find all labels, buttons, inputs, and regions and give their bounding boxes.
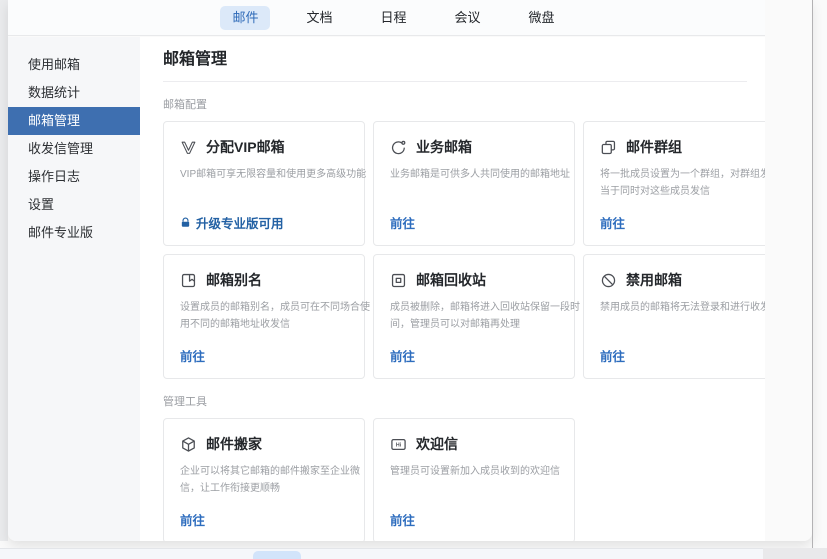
sidebar-item-operation-log[interactable]: 操作日志 bbox=[8, 163, 140, 191]
card-welcome-letter: Hi 欢迎信 管理员可设置新加入成员收到的欢迎信 前往 bbox=[373, 418, 575, 541]
background-blue-pill bbox=[253, 551, 301, 559]
mail-group-icon bbox=[600, 139, 617, 156]
svg-text:Hi: Hi bbox=[396, 442, 402, 448]
card-mailbox-alias: 邮箱别名 设置成员的邮箱别名，成员可在不同场合使用不同的邮箱地址收发信 前往 bbox=[163, 254, 365, 379]
sidebar-item-settings[interactable]: 设置 bbox=[8, 191, 140, 219]
upgrade-pro-link[interactable]: 升级专业版可用 bbox=[180, 213, 284, 232]
card-mailbox-recycle-bin: 邮箱回收站 成员被删除，邮箱将进入回收站保留一段时间，管理员可以对邮箱再处理 前… bbox=[373, 254, 575, 379]
page-title: 邮箱管理 bbox=[163, 50, 765, 70]
go-to-link[interactable]: 前往 bbox=[180, 346, 205, 365]
card-description: 企业可以将其它邮箱的邮件搬家至企业微信，让工作衔接更顺畅 bbox=[180, 463, 370, 497]
card-mail-group: 邮件群组 将一批成员设置为一个群组，对群组发信相当于同时对这些成员发信 前往 bbox=[583, 121, 765, 246]
sidebar: 使用邮箱数据统计邮箱管理收发信管理操作日志设置邮件专业版 bbox=[8, 37, 140, 541]
sections-container: 邮箱配置 分配VIP邮箱 VIP邮箱可享无限容量和使用更多高级功能 升级专业版可… bbox=[163, 98, 765, 541]
title-divider bbox=[163, 81, 747, 82]
sidebar-item-data-statistics[interactable]: 数据统计 bbox=[8, 79, 140, 107]
go-to-link[interactable]: 前往 bbox=[390, 213, 415, 232]
card-title: 禁用邮箱 bbox=[626, 270, 682, 290]
upgrade-pro-label: 升级专业版可用 bbox=[196, 213, 284, 232]
card-header: 分配VIP邮箱 bbox=[180, 137, 364, 157]
sidebar-item-mailbox-management[interactable]: 邮箱管理 bbox=[8, 107, 140, 135]
bookmark-card-icon bbox=[180, 272, 197, 289]
app-window: 邮件文档日程会议微盘 使用邮箱数据统计邮箱管理收发信管理操作日志设置邮件专业版 … bbox=[8, 0, 812, 541]
card-assign-vip-mailbox: 分配VIP邮箱 VIP邮箱可享无限容量和使用更多高级功能 升级专业版可用 bbox=[163, 121, 365, 246]
top-navigation: 邮件文档日程 会议微盘 bbox=[8, 0, 765, 36]
card-title: 邮件群组 bbox=[626, 137, 682, 157]
go-to-link[interactable]: 前往 bbox=[390, 510, 415, 529]
cube-icon bbox=[180, 436, 197, 453]
topnav-tabs: 邮件文档日程 会议微盘 bbox=[220, 6, 566, 30]
lock-icon bbox=[180, 217, 191, 228]
card-section: 管理工具 邮件搬家 企业可以将其它邮箱的邮件搬家至企业微信，让工作衔接更顺畅 前… bbox=[163, 395, 765, 541]
card-header: 邮件搬家 bbox=[180, 434, 364, 454]
tab-mail[interactable]: 邮件 bbox=[220, 6, 270, 30]
card-title: 邮箱回收站 bbox=[416, 270, 486, 290]
tab-docs[interactable]: 文档 bbox=[294, 6, 344, 30]
card-grid: 分配VIP邮箱 VIP邮箱可享无限容量和使用更多高级功能 升级专业版可用 业务邮… bbox=[163, 121, 765, 379]
card-description: 成员被删除，邮箱将进入回收站保留一段时间，管理员可以对邮箱再处理 bbox=[390, 299, 580, 333]
card-description: 管理员可设置新加入成员收到的欢迎信 bbox=[390, 463, 580, 480]
tab-drive[interactable]: 微盘 bbox=[517, 6, 567, 30]
main-content: 邮箱管理 邮箱配置 分配VIP邮箱 VIP邮箱可享无限容量和使用更多高级功能 升… bbox=[140, 37, 765, 541]
tab-meeting[interactable]: 会议 bbox=[443, 6, 493, 30]
recycle-box-icon bbox=[390, 272, 407, 289]
sidebar-item-mail-professional[interactable]: 邮件专业版 bbox=[8, 219, 140, 247]
card-title: 分配VIP邮箱 bbox=[206, 137, 285, 157]
card-grid: 邮件搬家 企业可以将其它邮箱的邮件搬家至企业微信，让工作衔接更顺畅 前往 Hi … bbox=[163, 418, 765, 541]
card-description: 设置成员的邮箱别名，成员可在不同场合使用不同的邮箱地址收发信 bbox=[180, 299, 370, 333]
background-window-corner bbox=[763, 548, 827, 559]
welcome-letter-icon: Hi bbox=[390, 436, 407, 453]
card-header: 禁用邮箱 bbox=[600, 270, 765, 290]
card-description: 业务邮箱是可供多人共同使用的邮箱地址 bbox=[390, 166, 580, 183]
card-mail-migration: 邮件搬家 企业可以将其它邮箱的邮件搬家至企业微信，让工作衔接更顺畅 前往 bbox=[163, 418, 365, 541]
vip-v-icon bbox=[180, 139, 197, 156]
tab-calendar[interactable]: 日程 bbox=[368, 6, 418, 30]
card-disabled-mailbox: 禁用邮箱 禁用成员的邮箱将无法登录和进行收发信 前往 bbox=[583, 254, 765, 379]
section-label: 管理工具 bbox=[163, 395, 765, 409]
section-label: 邮箱配置 bbox=[163, 98, 765, 112]
sidebar-item-send-receive-management[interactable]: 收发信管理 bbox=[8, 135, 140, 163]
card-title: 邮箱别名 bbox=[206, 270, 262, 290]
go-to-link[interactable]: 前往 bbox=[600, 213, 625, 232]
desktop-left-edge bbox=[0, 0, 8, 541]
card-header: 邮箱回收站 bbox=[390, 270, 574, 290]
card-description: 禁用成员的邮箱将无法登录和进行收发信 bbox=[600, 299, 765, 316]
card-description: VIP邮箱可享无限容量和使用更多高级功能 bbox=[180, 166, 370, 183]
card-header: 邮件群组 bbox=[600, 137, 765, 157]
go-to-link[interactable]: 前往 bbox=[600, 346, 625, 365]
prohibit-icon bbox=[600, 272, 617, 289]
card-header: 邮箱别名 bbox=[180, 270, 364, 290]
card-title: 业务邮箱 bbox=[416, 137, 472, 157]
go-to-link[interactable]: 前往 bbox=[180, 510, 205, 529]
window-edge-divider bbox=[812, 0, 813, 548]
card-section: 邮箱配置 分配VIP邮箱 VIP邮箱可享无限容量和使用更多高级功能 升级专业版可… bbox=[163, 98, 765, 379]
card-title: 邮件搬家 bbox=[206, 434, 262, 454]
go-to-link[interactable]: 前往 bbox=[390, 346, 415, 365]
card-header: 业务邮箱 bbox=[390, 137, 574, 157]
sidebar-item-use-mailbox[interactable]: 使用邮箱 bbox=[8, 51, 140, 79]
card-business-mailbox: 业务邮箱 业务邮箱是可供多人共同使用的邮箱地址 前往 bbox=[373, 121, 575, 246]
card-header: Hi 欢迎信 bbox=[390, 434, 574, 454]
background-window-top bbox=[0, 548, 763, 559]
shared-mailbox-icon bbox=[390, 139, 407, 156]
card-description: 将一批成员设置为一个群组，对群组发信相当于同时对这些成员发信 bbox=[600, 166, 765, 200]
card-title: 欢迎信 bbox=[416, 434, 458, 454]
